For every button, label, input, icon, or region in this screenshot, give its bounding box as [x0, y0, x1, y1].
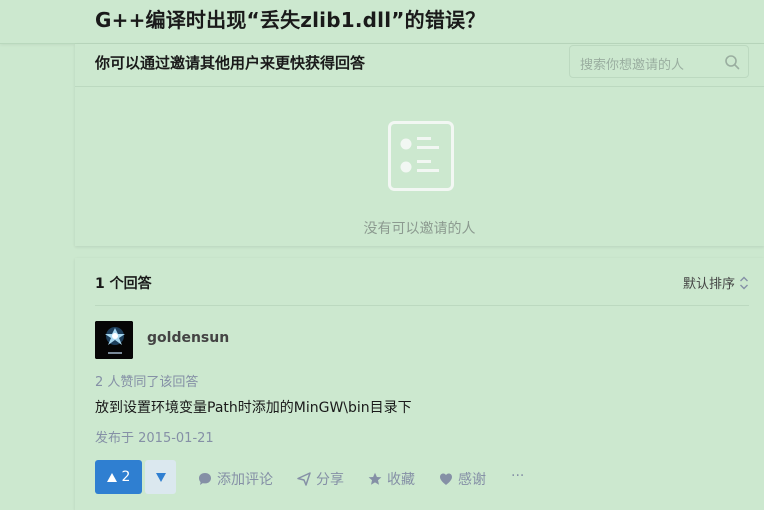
question-header: G++编译时出现“丢失zlib1.dll”的错误？	[0, 0, 764, 44]
downvote-button[interactable]	[145, 460, 176, 494]
question-title: G++编译时出现“丢失zlib1.dll”的错误？	[95, 8, 486, 32]
invite-title: 你可以通过邀请其他用户来更快获得回答	[95, 54, 366, 72]
add-comment-button[interactable]: 添加评论	[198, 469, 273, 489]
invite-header: 你可以通过邀请其他用户来更快获得回答 搜索你想邀请的人	[75, 44, 764, 87]
avatar[interactable]	[95, 321, 133, 359]
invite-card: 你可以通过邀请其他用户来更快获得回答 搜索你想邀请的人 没有可以邀请的人	[75, 44, 764, 246]
empty-state-text: 没有可以邀请的人	[363, 221, 476, 237]
add-comment-label: 添加评论	[217, 472, 273, 488]
favorite-label: 收藏	[387, 472, 415, 488]
thanks-label: 感谢	[458, 472, 486, 488]
upvote-button[interactable]: 2	[95, 460, 142, 494]
favorite-button[interactable]: 收藏	[368, 469, 415, 489]
answers-header: 1 个回答 默认排序	[95, 258, 749, 306]
answer-content: 放到设置环境变量Path时添加的MinGW\bin目录下	[95, 400, 412, 416]
answers-card: 1 个回答 默认排序 goldensun 2 人赞同了该回答 放到设置环境变量P…	[75, 258, 764, 510]
voters-text[interactable]: 2 人赞同了该回答	[95, 371, 198, 390]
share-label: 分享	[316, 472, 344, 488]
comment-icon	[199, 473, 211, 485]
share-icon	[297, 472, 311, 486]
upvote-count: 2	[121, 469, 131, 485]
invite-search-input[interactable]: 搜索你想邀请的人	[569, 45, 749, 78]
thanks-button[interactable]: 感谢	[439, 469, 486, 489]
sort-label: 默认排序	[682, 277, 735, 292]
downvote-arrow-icon	[155, 472, 166, 482]
star-icon	[368, 472, 382, 485]
share-button[interactable]: 分享	[297, 469, 344, 489]
more-options-icon: ···	[511, 468, 525, 484]
sort-toggle-icon	[740, 276, 748, 290]
more-options-button[interactable]: ···	[511, 468, 524, 484]
sort-dropdown[interactable]: 默认排序	[683, 273, 749, 292]
author-name[interactable]: goldensun	[147, 330, 229, 346]
upvote-arrow-icon	[106, 472, 117, 482]
avatar-image	[95, 321, 133, 359]
search-icon[interactable]	[724, 54, 740, 70]
answer-actions: 2 添加评论 分享 收藏 感谢 ···	[95, 460, 735, 494]
answers-count: 1 个回答	[95, 276, 152, 292]
publish-date[interactable]: 发布于 2015-01-21	[95, 427, 214, 446]
empty-list-icon	[388, 121, 454, 191]
heart-icon	[440, 473, 452, 485]
search-placeholder: 搜索你想邀请的人	[580, 58, 685, 73]
